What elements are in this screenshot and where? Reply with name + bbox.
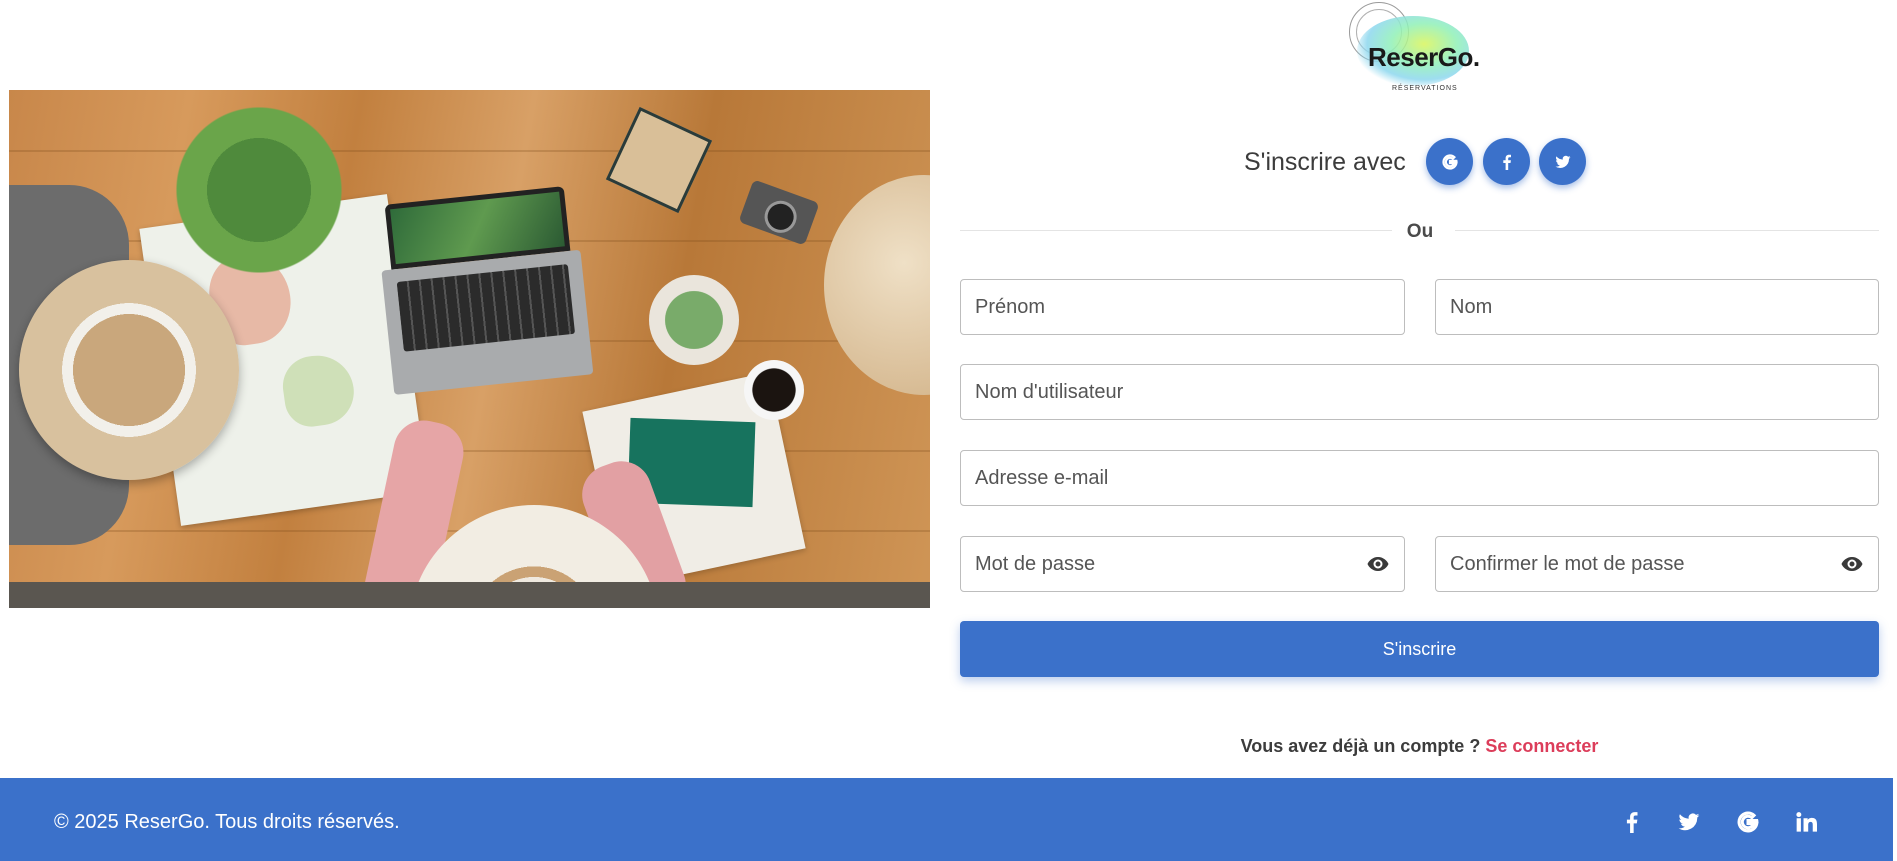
divider-right [1455,230,1879,231]
eye-icon[interactable] [1366,552,1390,576]
fern-plant [149,90,369,290]
coffee-cup [744,360,804,420]
divider-left [960,230,1392,231]
hero-image [9,90,930,608]
facebook-signup-button[interactable] [1483,138,1530,185]
logo-tagline: RÉSERVATIONS [1392,85,1458,92]
username-placeholder: Nom d'utilisateur [975,380,1124,403]
eye-icon[interactable] [1840,552,1864,576]
password-field[interactable]: Mot de passe [960,536,1405,592]
twitter-icon [1555,155,1570,168]
google-icon [1737,811,1759,833]
footer-twitter-link[interactable] [1676,809,1702,835]
google-signup-button[interactable] [1426,138,1473,185]
footer-linkedin-link[interactable] [1793,809,1819,835]
linkedin-icon [1796,812,1817,832]
first-name-placeholder: Prénom [975,295,1046,318]
last-name-placeholder: Nom [1450,295,1493,318]
login-link[interactable]: Se connecter [1485,736,1598,756]
twitter-icon [1678,813,1700,831]
footer-copyright: © 2025 ReserGo. Tous droits réservés. [54,811,400,833]
email-placeholder: Adresse e-mail [975,466,1109,489]
straw-hat [19,260,239,480]
google-icon [1441,153,1458,170]
login-prompt: Vous avez déjà un compte ? Se connecter [960,736,1879,757]
confirm-password-field[interactable]: Confirmer le mot de passe [1435,536,1879,592]
confirm-password-placeholder: Confirmer le mot de passe [1450,552,1685,575]
email-field[interactable]: Adresse e-mail [960,450,1879,506]
signup-page: ReserGo. RÉSERVATIONS S'inscrire avec Ou… [0,0,1897,861]
password-placeholder: Mot de passe [975,552,1096,575]
last-name-field[interactable]: Nom [1435,279,1879,335]
resergo-logo: ReserGo. RÉSERVATIONS [1345,2,1480,94]
laptop-illustration [375,185,594,395]
footer-facebook-link[interactable] [1619,809,1645,835]
facebook-icon [1502,154,1511,170]
divider-text: Ou [1406,221,1434,242]
facebook-icon [1626,812,1638,833]
first-name-field[interactable]: Prénom [960,279,1405,335]
username-field[interactable]: Nom d'utilisateur [960,364,1879,420]
login-prompt-text: Vous avez déjà un compte ? [1240,736,1481,756]
signup-submit-button[interactable]: S'inscrire [960,621,1879,677]
globe-illustration [824,175,930,395]
camera-illustration [738,179,820,246]
footer: © 2025 ReserGo. Tous droits réservés. [0,778,1893,861]
twitter-signup-button[interactable] [1539,138,1586,185]
social-signup-title: S'inscrire avec [1244,148,1406,176]
logo-name: ReserGo. [1368,42,1480,72]
footer-google-link[interactable] [1735,809,1761,835]
